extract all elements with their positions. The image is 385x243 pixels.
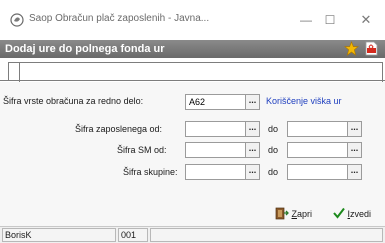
status-code: 001 (118, 228, 148, 242)
label-employee-from: Šifra zaposlenega od: (75, 124, 163, 134)
form-header: Dodaj ure do polnega fonda ur (0, 40, 385, 58)
employee-to-input[interactable] (287, 121, 348, 137)
label-obracun-code: Šifra vrste obračuna za redno delo: (3, 96, 144, 106)
sm-from-input[interactable] (185, 142, 246, 158)
employee-from-input[interactable] (185, 121, 246, 137)
obracun-code-lookup-button[interactable]: ... (246, 94, 260, 110)
sm-from-lookup-button[interactable]: ... (246, 142, 260, 158)
button-bar (0, 194, 385, 226)
group-to-input[interactable] (287, 164, 348, 180)
group-from-lookup-button[interactable]: ... (246, 164, 260, 180)
sm-to-input[interactable] (287, 142, 348, 158)
label-employee-to: do (268, 124, 279, 134)
employee-to-lookup-button[interactable]: ... (348, 121, 362, 137)
star-icon[interactable] (344, 41, 359, 56)
group-to-lookup-button[interactable]: ... (348, 164, 362, 180)
form-title: Dodaj ure do polnega fonda ur (5, 43, 165, 55)
door-exit-icon (275, 207, 289, 220)
label-sm-from: Šifra SM od: (117, 145, 167, 155)
app-logo-icon (10, 13, 24, 27)
close-button-label: apri (297, 209, 313, 219)
tab-panel-top (19, 62, 383, 82)
checkmark-icon (333, 207, 345, 219)
status-user: BorisK (2, 228, 116, 242)
label-group-to: do (268, 167, 279, 177)
group-from-input[interactable] (185, 164, 246, 180)
run-button[interactable]: Izvedi (333, 207, 371, 221)
label-group-from: Šifra skupine: (123, 167, 178, 177)
window-title: Saop Obračun plač zaposlenih - Javna... (29, 13, 210, 24)
sm-to-lookup-button[interactable]: ... (348, 142, 362, 158)
label-sm-to: do (268, 145, 279, 155)
window-titlebar: Saop Obračun plač zaposlenih - Javna... … (0, 0, 385, 40)
pdf-icon[interactable] (365, 41, 378, 56)
close-window-button[interactable]: ✕ (356, 10, 376, 30)
obracun-code-value: A62 (189, 97, 206, 107)
tab-marker (8, 62, 19, 81)
obracun-code-input[interactable]: A62 (185, 94, 246, 110)
tab-divider (0, 80, 385, 81)
close-button[interactable]: Zapri (275, 207, 312, 221)
maximize-button[interactable]: ☐ (320, 10, 340, 30)
status-extra (150, 228, 383, 242)
kori-scenje-link[interactable]: Koriščenje viška ur (266, 96, 342, 106)
employee-from-lookup-button[interactable]: ... (246, 121, 260, 137)
minimize-button[interactable]: — (296, 10, 316, 30)
run-button-label: zvedi (350, 209, 372, 219)
